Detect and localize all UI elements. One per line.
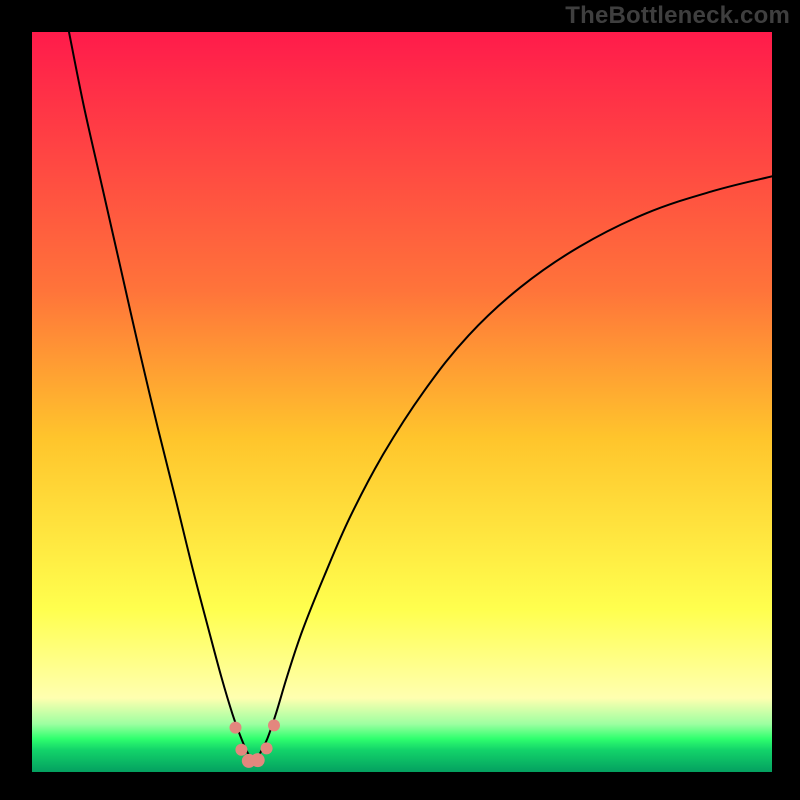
chart-stage: TheBottleneck.com — [0, 0, 800, 800]
marker-point — [230, 722, 242, 734]
watermark-label: TheBottleneck.com — [565, 2, 790, 30]
marker-point — [268, 719, 280, 731]
chart-background — [32, 32, 772, 772]
bottleneck-chart — [32, 32, 772, 772]
marker-point — [251, 753, 265, 767]
marker-point — [261, 742, 273, 754]
marker-point — [235, 744, 247, 756]
